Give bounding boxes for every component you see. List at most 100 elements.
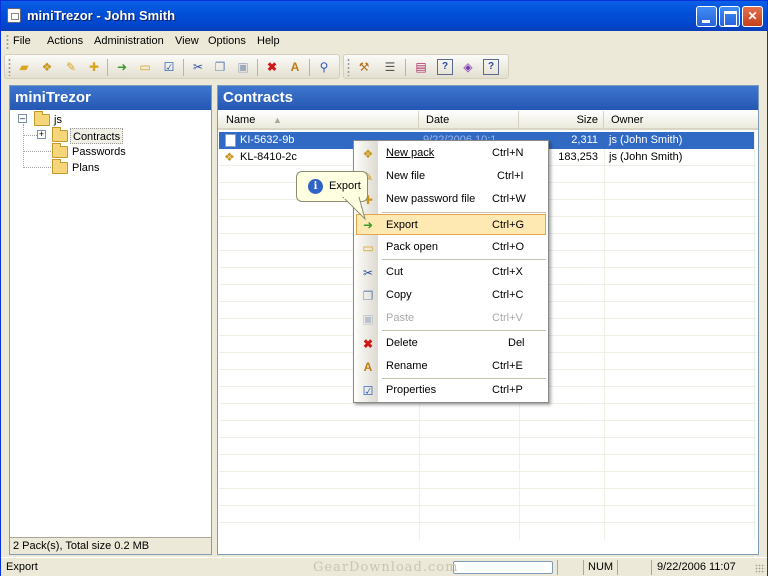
tree-panel: miniTrezor – js + Contracts Passwords Pl… xyxy=(9,85,212,555)
main-toolbar: ▰ ❖ ✎ ✚ ➜ ▭ ☑ ✂ ❐ ▣ ✖ A ⚲ xyxy=(4,54,340,79)
toolbar-grip[interactable] xyxy=(8,58,11,76)
folder-icon xyxy=(52,159,68,174)
toolbar-grip[interactable] xyxy=(347,58,350,76)
column-name[interactable]: Name ▲ xyxy=(219,111,419,130)
status-text: Export xyxy=(6,561,38,573)
menu-item-new-file[interactable]: ✎ New file Ctrl+I xyxy=(356,166,546,187)
minimize-button[interactable] xyxy=(696,6,717,27)
menu-file[interactable]: File xyxy=(13,35,31,47)
toolbar-separator xyxy=(183,59,184,76)
menu-item-new-password-file[interactable]: ✚ New password file Ctrl+W xyxy=(356,189,546,210)
window-title: miniTrezor - John Smith xyxy=(27,8,176,23)
grid-line xyxy=(219,505,757,506)
column-date[interactable]: Date xyxy=(419,111,519,130)
context-help-icon[interactable]: ? xyxy=(483,59,499,75)
sort-ascending-icon: ▲ xyxy=(273,115,282,125)
list-header: Name ▲ Date Size Owner xyxy=(218,111,758,130)
menu-item-copy[interactable]: ❐ Copy Ctrl+C xyxy=(356,285,546,306)
menu-bar: File Actions Administration View Options… xyxy=(1,31,767,53)
grid-line xyxy=(219,471,757,472)
grid-line xyxy=(219,437,757,438)
menu-actions[interactable]: Actions xyxy=(47,35,83,47)
checklist-icon[interactable]: ☑ xyxy=(161,59,177,75)
menu-separator xyxy=(382,212,546,213)
new-pack-icon: ❖ xyxy=(362,147,374,161)
row-name: KI-5632-9b xyxy=(240,134,295,146)
paste-icon: ▣ xyxy=(362,312,374,326)
menubar-grip[interactable] xyxy=(6,34,9,50)
column-size[interactable]: Size xyxy=(519,111,604,130)
toolbar-separator xyxy=(309,59,310,76)
menu-item-properties[interactable]: ☑ Properties Ctrl+P xyxy=(356,380,546,401)
cut-icon[interactable]: ✂ xyxy=(190,59,206,75)
grid-line xyxy=(219,522,757,523)
tree-node-contracts[interactable]: Contracts xyxy=(70,128,124,144)
grid-line xyxy=(604,132,605,540)
paste-icon[interactable]: ▣ xyxy=(235,59,251,75)
menu-options[interactable]: Options xyxy=(208,35,246,47)
folder-icon xyxy=(52,127,68,142)
expand-icon[interactable]: + xyxy=(37,130,46,139)
new-file-icon[interactable]: ✎ xyxy=(63,59,79,75)
grid-line xyxy=(219,488,757,489)
help-icon[interactable]: ? xyxy=(437,59,453,75)
resize-grip[interactable] xyxy=(755,564,765,574)
search-icon[interactable]: ⚲ xyxy=(316,59,332,75)
context-menu: ❖ New pack Ctrl+N ✎ New file Ctrl+I ✚ Ne… xyxy=(353,140,549,403)
tooltip-pointer xyxy=(342,197,366,221)
delete-icon[interactable]: ✖ xyxy=(264,59,280,75)
column-owner[interactable]: Owner xyxy=(604,111,758,130)
status-datetime: 9/22/2006 11:07 xyxy=(651,560,751,575)
new-password-file-icon[interactable]: ✚ xyxy=(86,59,102,75)
menu-item-cut[interactable]: ✂ Cut Ctrl+X xyxy=(356,262,546,283)
row-owner: js (John Smith) xyxy=(609,151,683,163)
new-packs-icon[interactable]: ❖ xyxy=(39,59,55,75)
tree-node-passwords[interactable]: Passwords xyxy=(72,144,126,160)
menu-separator xyxy=(382,330,546,331)
cut-icon: ✂ xyxy=(362,266,374,280)
close-button[interactable]: ✕ xyxy=(742,6,763,27)
book-icon[interactable]: ▤ xyxy=(413,59,429,75)
open-folder-icon[interactable]: ▭ xyxy=(137,59,153,75)
toolbar-separator xyxy=(405,59,406,76)
export-icon[interactable]: ➜ xyxy=(114,59,130,75)
rename-icon[interactable]: A xyxy=(287,59,303,75)
copy-icon[interactable]: ❐ xyxy=(212,59,228,75)
app-window: miniTrezor - John Smith ✕ File Actions A… xyxy=(0,0,768,576)
tools-icon[interactable]: ⚒ xyxy=(356,59,372,75)
open-folder-icon: ▭ xyxy=(362,241,374,255)
progress-bar xyxy=(453,561,553,574)
menu-item-delete[interactable]: ✖ Delete Del xyxy=(356,333,546,354)
status-num: NUM xyxy=(583,560,617,575)
menu-item-paste[interactable]: ▣ Paste Ctrl+V xyxy=(356,308,546,329)
row-size: 183,253 xyxy=(558,151,598,163)
tree-connector xyxy=(23,167,51,168)
tree-connector xyxy=(23,124,24,166)
status-pane xyxy=(557,560,583,575)
settings-icon[interactable]: ☰ xyxy=(382,59,398,75)
folder-icon xyxy=(34,111,50,126)
title-bar[interactable]: miniTrezor - John Smith ✕ xyxy=(1,1,767,31)
collapse-icon[interactable]: – xyxy=(18,114,27,123)
menu-help[interactable]: Help xyxy=(257,35,280,47)
row-size: 2,311 xyxy=(571,134,598,146)
menu-view[interactable]: View xyxy=(175,35,199,47)
watermark: GearDownload.com xyxy=(313,560,459,575)
help-topics-icon[interactable]: ◈ xyxy=(460,59,476,75)
menu-item-pack-open[interactable]: ▭ Pack open Ctrl+O xyxy=(356,237,546,258)
properties-icon: ☑ xyxy=(362,384,374,398)
tree-status: 2 Pack(s), Total size 0.2 MB xyxy=(10,537,211,554)
tree-node-plans[interactable]: Plans xyxy=(72,160,100,176)
new-pack-icon[interactable]: ▰ xyxy=(16,59,32,75)
tree-node-root[interactable]: js xyxy=(54,112,62,128)
app-icon[interactable] xyxy=(7,8,21,23)
status-pane xyxy=(617,560,651,575)
menu-item-rename[interactable]: A Rename Ctrl+E xyxy=(356,356,546,377)
menu-item-export[interactable]: ➜ Export Ctrl+G xyxy=(356,214,546,235)
delete-icon: ✖ xyxy=(362,337,374,351)
copy-icon: ❐ xyxy=(362,289,374,303)
maximize-button[interactable] xyxy=(719,6,740,27)
secondary-toolbar: ⚒ ☰ ▤ ? ◈ ? xyxy=(343,54,509,79)
menu-item-new-pack[interactable]: ❖ New pack Ctrl+N xyxy=(356,143,546,164)
menu-administration[interactable]: Administration xyxy=(94,35,164,47)
